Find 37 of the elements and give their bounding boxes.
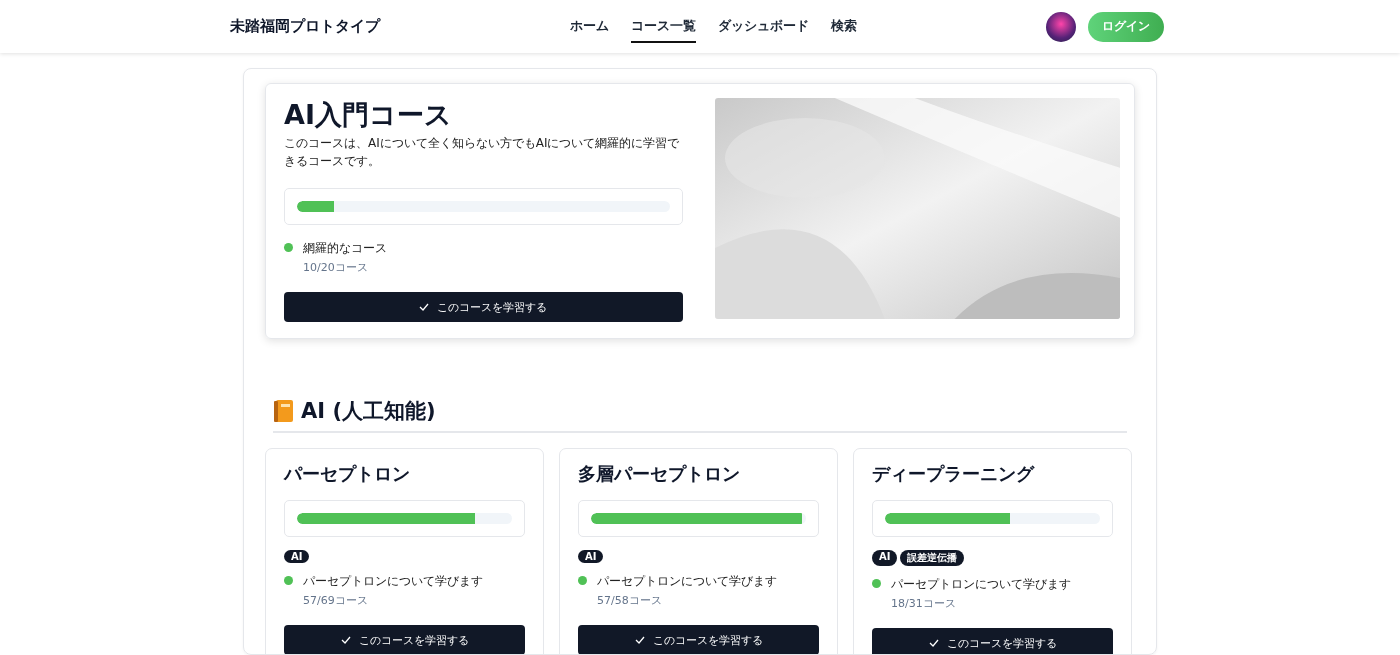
check-icon <box>340 635 351 645</box>
status-dot <box>284 243 293 252</box>
book-icon <box>273 399 295 423</box>
check-icon <box>419 302 430 312</box>
status-dot <box>872 579 881 588</box>
study-button[interactable]: このコースを学習する <box>872 628 1113 654</box>
course-title: AI入門コース <box>284 98 453 132</box>
section-title: AI (人工知能) <box>301 398 436 425</box>
status-dot <box>578 576 587 585</box>
check-icon <box>634 635 645 645</box>
site-title: 未踏福岡プロトタイプ <box>230 17 382 36</box>
course-count: 57/69コース <box>303 593 369 608</box>
study-button[interactable]: このコースを学習する <box>578 625 819 654</box>
tag: 誤差逆伝播 <box>900 550 965 566</box>
course-title: 多層パーセプトロン <box>578 463 741 485</box>
tag: AI <box>872 550 898 566</box>
course-count: 57/58コース <box>597 593 663 608</box>
status-dot <box>284 576 293 585</box>
study-button[interactable]: このコースを学習する <box>284 625 525 654</box>
nav-link[interactable]: ホーム <box>570 10 609 43</box>
course-title: パーセプトロン <box>284 463 411 485</box>
avatar[interactable] <box>1046 11 1076 42</box>
tag: AI <box>284 550 310 563</box>
status-text: パーセプトロンについて学びます <box>891 576 1071 593</box>
study-button[interactable]: このコースを学習する <box>284 292 683 322</box>
nav-link[interactable]: ダッシュボード <box>718 10 809 43</box>
status-text: パーセプトロンについて学びます <box>303 573 483 590</box>
course-count: 18/31コース <box>891 596 957 611</box>
status-text: パーセプトロンについて学びます <box>597 573 777 590</box>
tag: AI <box>578 550 604 563</box>
course-count: 10/20コース <box>303 260 369 275</box>
nav-link[interactable]: コース一覧 <box>631 10 696 43</box>
status-text: 網羅的なコース <box>303 240 387 257</box>
check-icon <box>928 638 939 648</box>
course-description: このコースは、AIについて全く知らない方でもAIについて網羅的に学習できるコースです。 <box>284 135 681 170</box>
course-title: ディープラーニング <box>872 463 1036 485</box>
nav-link[interactable]: 検索 <box>831 10 857 43</box>
